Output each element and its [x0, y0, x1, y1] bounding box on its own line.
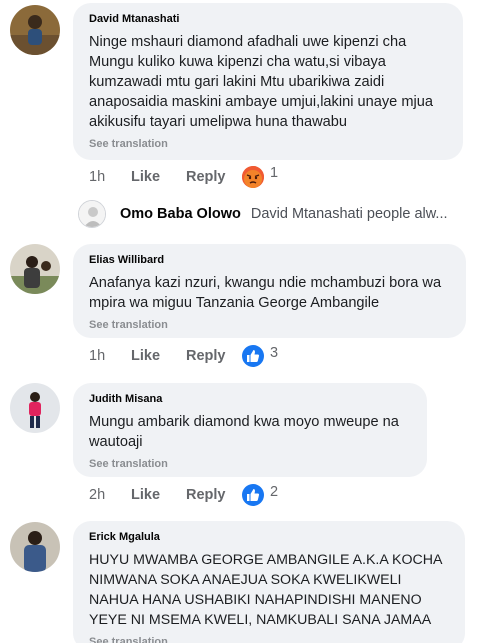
avatar[interactable] [10, 522, 60, 572]
comment-text: HUYU MWAMBA GEORGE AMBANGILE A.K.A KOCHA… [89, 552, 442, 628]
like-button[interactable]: Like [131, 348, 186, 364]
reply-author[interactable]: Omo Baba Olowo [120, 206, 241, 222]
reaction-summary[interactable]: 2 [242, 484, 278, 506]
like-button[interactable]: Like [131, 169, 186, 185]
reaction-summary[interactable]: 3 [242, 345, 278, 367]
reply-button[interactable]: Reply [186, 487, 242, 503]
see-translation-link[interactable]: See translation [89, 635, 449, 643]
comment-author[interactable]: Erick Mgalula [89, 531, 449, 544]
like-button[interactable]: Like [131, 487, 186, 503]
see-translation-link[interactable]: See translation [89, 137, 447, 151]
comment-actions: 2h Like Reply 2 [89, 484, 278, 506]
comment-text: Anafanya kazi nzuri, kwangu ndie mchambu… [89, 275, 442, 311]
avatar[interactable] [10, 383, 60, 433]
comment-text: Ninge mshauri diamond afadhali uwe kipen… [89, 34, 433, 130]
comment-author[interactable]: Elias Willibard [89, 254, 450, 267]
reaction-count: 2 [270, 484, 279, 500]
reaction-count: 1 [270, 165, 279, 181]
avatar[interactable] [10, 5, 60, 55]
reply-preview[interactable]: Omo Baba Olowo David Mtanashati people a… [78, 200, 448, 228]
reply-button[interactable]: Reply [186, 169, 242, 185]
comment-author[interactable]: David Mtanashati [89, 13, 447, 26]
like-reaction-icon [242, 484, 264, 506]
see-translation-link[interactable]: See translation [89, 457, 411, 471]
reaction-summary[interactable]: 1 [242, 165, 279, 188]
reply-button[interactable]: Reply [186, 348, 242, 364]
reaction-count: 3 [270, 345, 279, 361]
comment-time[interactable]: 1h [89, 169, 131, 185]
like-reaction-icon [242, 345, 264, 367]
see-translation-link[interactable]: See translation [89, 318, 450, 332]
comment-actions: 1h Like Reply 3 [89, 345, 278, 367]
reply-text: David Mtanashati people alw... [250, 206, 448, 222]
comment-text: Mungu ambarik diamond kwa moyo mweupe na… [89, 414, 399, 450]
comment-actions: 1h Like Reply 1 [89, 165, 279, 188]
avatar[interactable] [78, 200, 106, 228]
comment-bubble: David Mtanashati Ninge mshauri diamond a… [73, 3, 463, 160]
comment-bubble: Elias Willibard Anafanya kazi nzuri, kwa… [73, 244, 466, 338]
comment-bubble: Judith Misana Mungu ambarik diamond kwa … [73, 383, 427, 477]
comment-author[interactable]: Judith Misana [89, 393, 411, 406]
comment-bubble: Erick Mgalula HUYU MWAMBA GEORGE AMBANGI… [73, 521, 465, 643]
comment-time[interactable]: 2h [89, 487, 131, 503]
avatar[interactable] [10, 244, 60, 294]
angry-reaction-icon [242, 166, 264, 188]
comment-time[interactable]: 1h [89, 348, 131, 364]
